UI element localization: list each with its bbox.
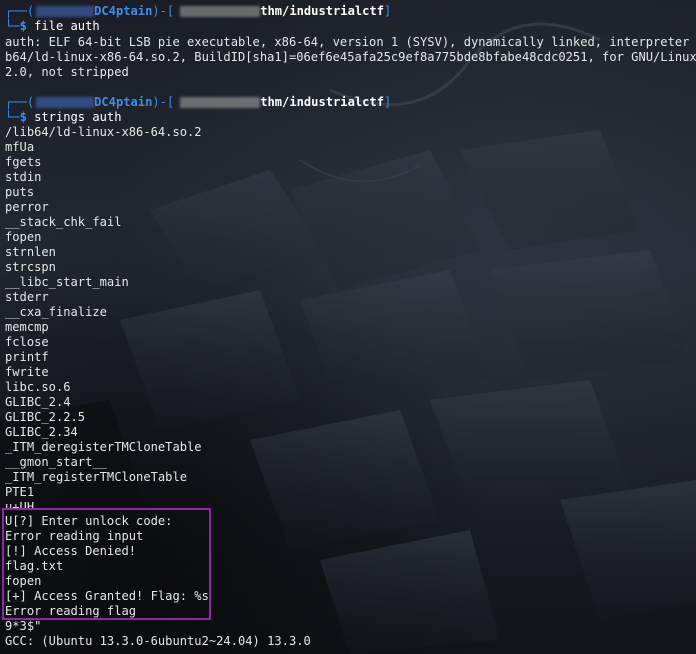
- strings-line: puts: [5, 185, 35, 199]
- prompt-bracket: ]: [384, 4, 392, 18]
- command-text: file auth: [34, 19, 100, 33]
- strings-line: mfUa: [5, 140, 35, 154]
- redacted-username: [36, 6, 95, 17]
- output-line: auth: ELF 64-bit LSB pie executable, x86…: [5, 35, 696, 49]
- strings-line: fgets: [5, 155, 42, 169]
- highlight-annotation-box: [2, 508, 211, 620]
- strings-line: __libc_start_main: [5, 275, 129, 289]
- strings-line: __cxa_finalize: [5, 305, 107, 319]
- command-text: strings auth: [34, 110, 122, 124]
- prompt-corner: └─: [5, 19, 20, 33]
- strings-line: 9*3$": [5, 619, 42, 633]
- strings-line: fopen: [5, 230, 42, 244]
- strings-line: GLIBC_2.34: [5, 425, 78, 439]
- command-line-1: └─$ file auth: [5, 19, 100, 34]
- strings-line: _ITM_registerTMCloneTable: [5, 470, 188, 484]
- prompt-line-2: ┌──( DC4ptain)-[ thm/industrialctf]: [5, 95, 391, 110]
- prompt-host: DC4ptain: [94, 95, 153, 109]
- output-line: 2.0, not stripped: [5, 65, 129, 79]
- strings-line: perror: [5, 200, 49, 214]
- prompt-host: DC4ptain: [94, 4, 153, 18]
- prompt-paren: )-[: [152, 4, 175, 18]
- strings-line: printf: [5, 350, 49, 364]
- strings-line: strcspn: [5, 260, 56, 274]
- terminal-window[interactable]: ┌──(DC4ptain)-[thm/industrialctf] └─$ fi…: [0, 0, 696, 654]
- strings-line: __stack_chk_fail: [5, 215, 122, 229]
- prompt-corner: └─: [5, 110, 20, 124]
- prompt-directory: thm/industrialctf: [260, 95, 384, 109]
- strings-line: __gmon_start__: [5, 455, 107, 469]
- prompt-corner: ┌──(: [5, 4, 35, 18]
- redacted-path: [180, 6, 261, 17]
- prompt-directory: thm/industrialctf: [260, 4, 384, 18]
- command-line-2: └─$ strings auth: [5, 110, 122, 125]
- strings-line: GLIBC_2.2.5: [5, 410, 86, 424]
- strings-line: fclose: [5, 335, 49, 349]
- prompt-line-1: ┌──( DC4ptain)-[ thm/industrialctf]: [5, 4, 391, 19]
- strings-line: memcmp: [5, 320, 49, 334]
- prompt-dollar: $: [19, 110, 35, 124]
- strings-line: strnlen: [5, 245, 56, 259]
- redacted-username: [36, 97, 95, 108]
- strings-line: PTE1: [5, 485, 35, 499]
- prompt-bracket: ]: [384, 95, 392, 109]
- strings-line: GLIBC_2.4: [5, 395, 71, 409]
- prompt-dollar: $: [19, 19, 35, 33]
- strings-line: fwrite: [5, 365, 49, 379]
- prompt-paren: )-[: [152, 95, 175, 109]
- strings-line: libc.so.6: [5, 380, 71, 394]
- strings-line: _ITM_deregisterTMCloneTable: [5, 440, 202, 454]
- strings-line: GCC: (Ubuntu 13.3.0-6ubuntu2~24.04) 13.3…: [5, 634, 311, 648]
- output-line: b64/ld-linux-x86-64.so.2, BuildID[sha1]=…: [5, 50, 696, 64]
- strings-line: stdin: [5, 170, 42, 184]
- redacted-path: [180, 97, 261, 108]
- strings-line: stderr: [5, 290, 49, 304]
- strings-line: /lib64/ld-linux-x86-64.so.2: [5, 125, 202, 139]
- prompt-corner: ┌──(: [5, 95, 35, 109]
